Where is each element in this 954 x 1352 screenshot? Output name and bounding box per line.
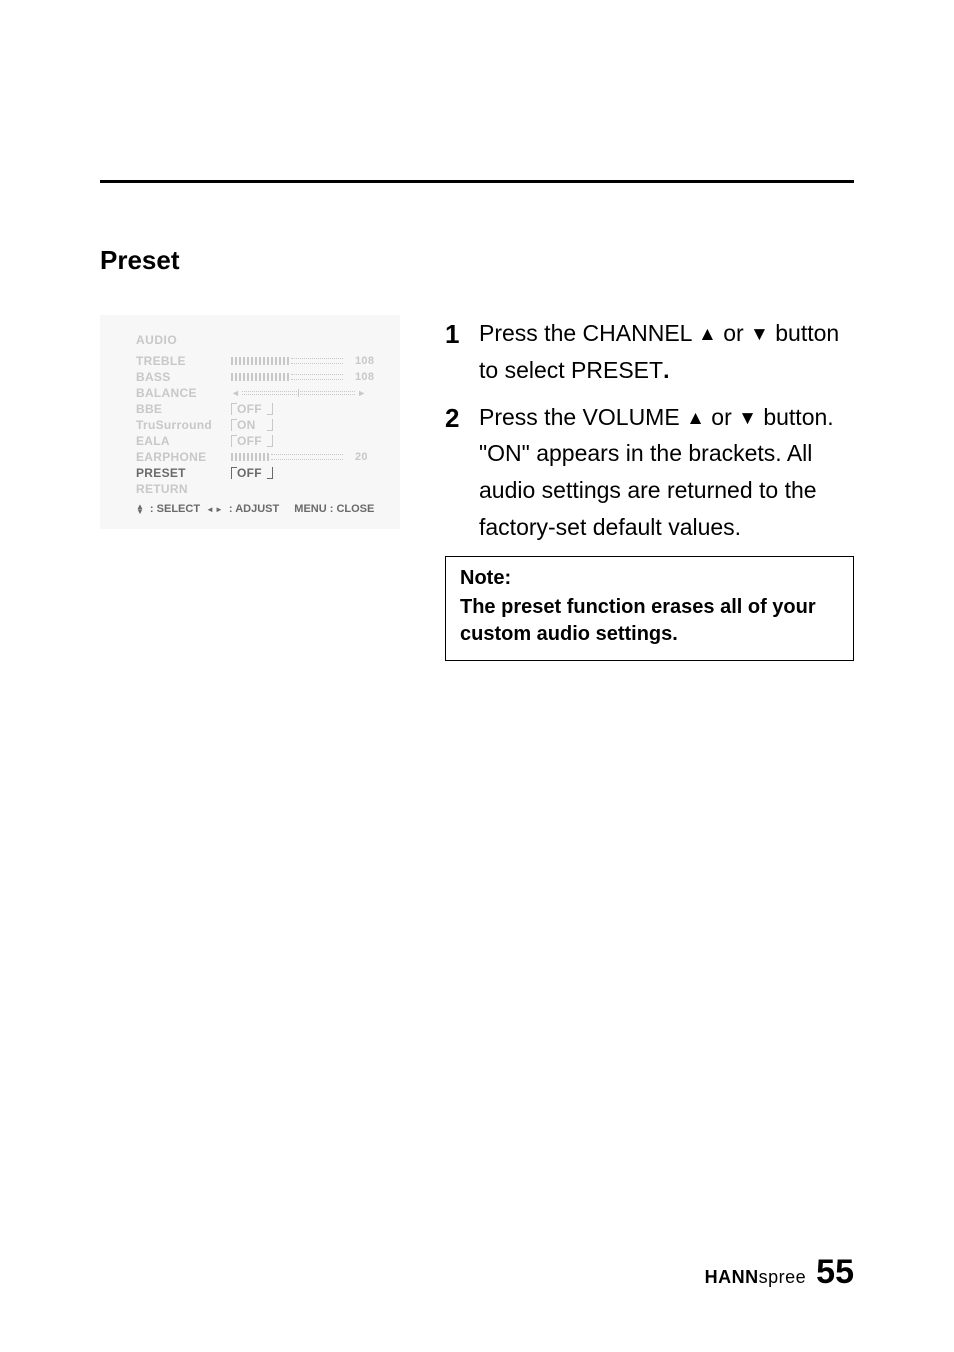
osd-row-bass: BASS 108 — [100, 369, 400, 385]
note-body: The preset function erases all of your c… — [460, 594, 839, 648]
osd-row-balance: BALANCE ◄ ► — [100, 385, 400, 401]
osd-label: TREBLE — [136, 354, 231, 368]
balance-slider-icon: ◄ ► — [231, 388, 366, 398]
osd-label: BALANCE — [136, 386, 231, 400]
osd-footer-select: : SELECT — [150, 503, 200, 515]
osd-value: OFF — [231, 402, 273, 416]
osd-label: EARPHONE — [136, 450, 231, 464]
osd-label: BASS — [136, 370, 231, 384]
osd-value: ON — [231, 418, 273, 432]
note-box: Note: The preset function erases all of … — [445, 556, 854, 661]
speaker-right-icon: ► — [357, 388, 366, 398]
osd-label: BBE — [136, 402, 231, 416]
osd-row-treble: TREBLE 108 — [100, 353, 400, 369]
slider-icon — [231, 453, 343, 461]
osd-row-earphone: EARPHONE 20 — [100, 449, 400, 465]
up-triangle-icon: ▲ — [698, 320, 717, 350]
slider-icon — [231, 357, 343, 365]
step-2: 2 Press the VOLUME ▲ or ▼ button. "ON" a… — [445, 399, 854, 546]
section-heading: Preset — [100, 245, 180, 276]
osd-label: PRESET — [136, 466, 231, 480]
osd-row-bbe: BBE OFF — [100, 401, 400, 417]
osd-row-eala: EALA OFF — [100, 433, 400, 449]
osd-value: OFF — [231, 466, 273, 480]
osd-menu-title: AUDIO — [100, 333, 400, 347]
page-number: 55 — [816, 1253, 854, 1292]
osd-footer: ▲▼ : SELECT ◄► : ADJUST MENU : CLOSE — [100, 497, 400, 515]
osd-value: 20 — [231, 451, 368, 463]
up-triangle-icon: ▲ — [686, 404, 705, 434]
brand-logo: HANNspree — [705, 1267, 807, 1288]
slider-icon — [231, 373, 343, 381]
osd-footer-adjust: : ADJUST — [229, 503, 279, 515]
note-title: Note: — [460, 567, 839, 590]
bracket-right-icon — [267, 467, 273, 479]
down-triangle-icon: ▼ — [738, 404, 757, 434]
osd-row-trusurround: TruSurround ON — [100, 417, 400, 433]
bracket-right-icon — [267, 435, 273, 447]
osd-value: ◄ ► — [231, 388, 366, 398]
updown-arrow-icon: ▲▼ — [136, 504, 144, 514]
bracket-right-icon — [267, 403, 273, 415]
instructions: 1 Press the CHANNEL ▲ or ▼ button to sel… — [445, 315, 854, 661]
osd-label: RETURN — [136, 482, 231, 496]
bracket-right-icon — [267, 419, 273, 431]
leftright-arrow-icon: ◄► — [206, 505, 223, 514]
step-text: Press the CHANNEL ▲ or ▼ button to selec… — [479, 315, 854, 389]
step-number: 1 — [445, 315, 479, 389]
speaker-left-icon: ◄ — [231, 388, 240, 398]
osd-row-return: RETURN — [100, 481, 400, 497]
osd-footer-close: MENU : CLOSE — [294, 503, 374, 515]
osd-label: EALA — [136, 434, 231, 448]
step-number: 2 — [445, 399, 479, 546]
osd-value: 108 — [231, 355, 374, 367]
osd-row-preset: PRESET OFF — [100, 465, 400, 481]
horizontal-rule — [100, 180, 854, 183]
osd-menu-box: AUDIO TREBLE 108 BASS 108 BALANCE ◄ ► — [100, 315, 400, 529]
osd-value: OFF — [231, 434, 273, 448]
step-text: Press the VOLUME ▲ or ▼ button. "ON" app… — [479, 399, 854, 546]
osd-value: 108 — [231, 371, 374, 383]
down-triangle-icon: ▼ — [750, 320, 769, 350]
page-footer: HANNspree 55 — [705, 1253, 854, 1292]
step-1: 1 Press the CHANNEL ▲ or ▼ button to sel… — [445, 315, 854, 389]
osd-label: TruSurround — [136, 418, 231, 432]
